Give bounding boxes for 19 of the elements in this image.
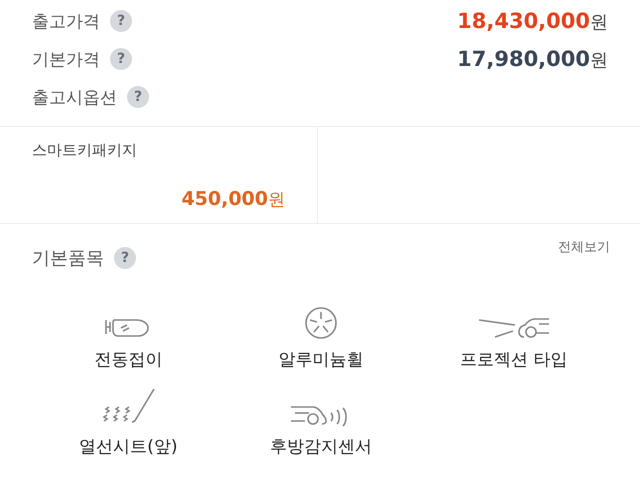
- feature-label: 프로젝션 타입: [460, 349, 568, 371]
- price-label: 기본가격: [32, 48, 100, 70]
- feature-label: 열선시트(앞): [79, 436, 178, 458]
- feature-label: 후방감지센서: [270, 436, 372, 458]
- feature-label: 알루미늄휠: [278, 349, 364, 371]
- help-icon[interactable]: ?: [110, 48, 132, 70]
- option-price: 450,000원: [181, 188, 285, 211]
- view-all-link[interactable]: 전체보기: [558, 238, 610, 256]
- help-icon[interactable]: ?: [114, 247, 136, 269]
- headlight-car-icon: [476, 316, 551, 340]
- feature-label: 전동접이: [94, 349, 162, 371]
- option-name: 스마트키패키지: [32, 141, 138, 160]
- price-label: 출고가격: [32, 10, 100, 32]
- help-icon[interactable]: ?: [127, 86, 149, 108]
- price-amount: 18,430,000원: [457, 8, 608, 34]
- help-icon[interactable]: ?: [110, 10, 132, 32]
- price-amount: 17,980,000원: [457, 46, 608, 72]
- price-label: 출고시옵션: [32, 86, 117, 108]
- section-title: 기본품목: [32, 247, 104, 270]
